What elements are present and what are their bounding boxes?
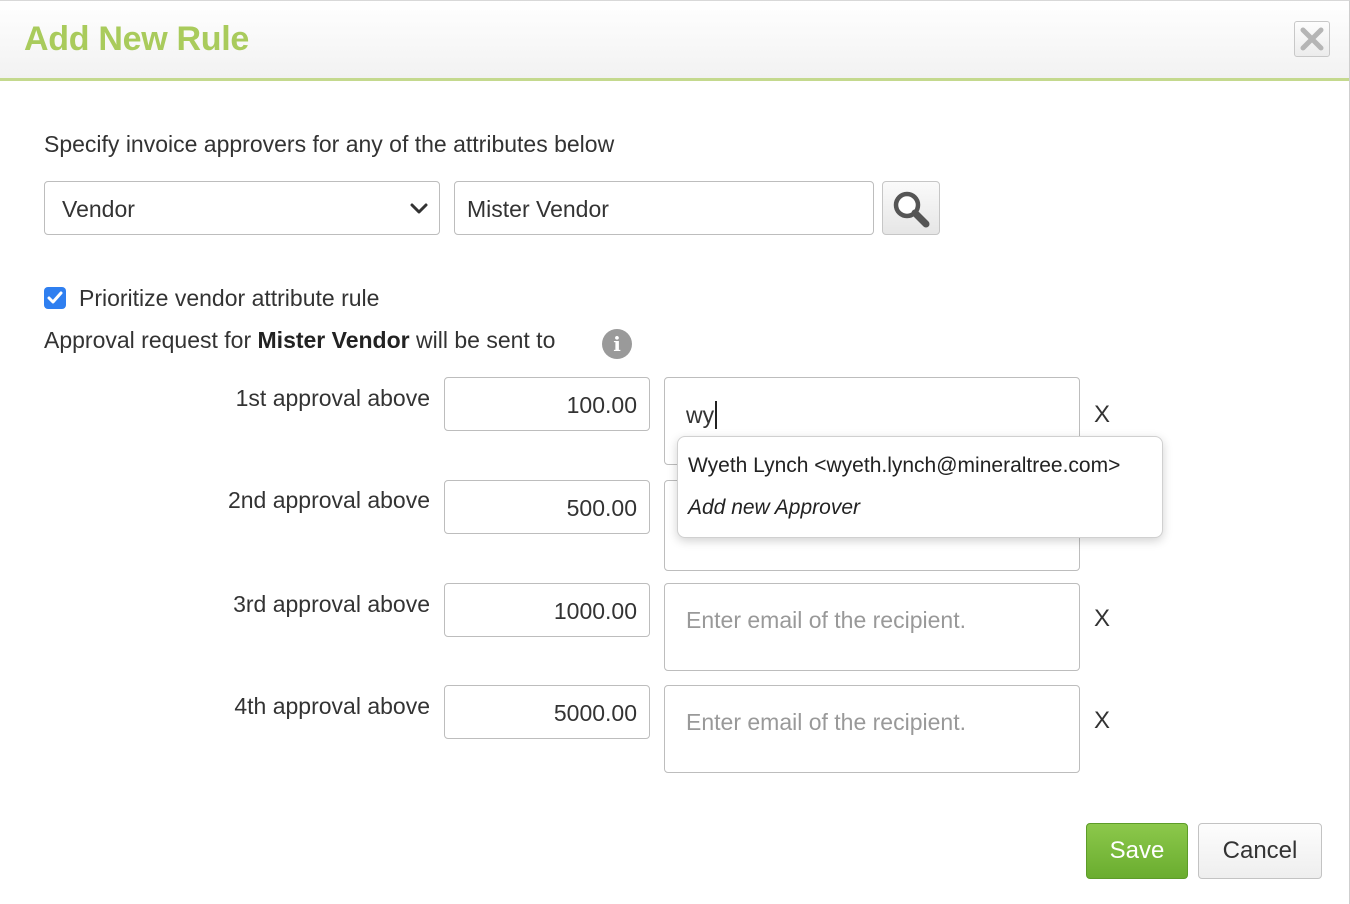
approval-sentence-prefix: Approval request for [44,327,252,353]
approval-sentence: Approval request for Mister Vendor will … [44,327,555,354]
approval-label-1: 1st approval above [235,385,430,411]
close-button[interactable] [1294,21,1330,57]
approval-email-text: wy [686,401,718,429]
dialog-header: Add New Rule [0,1,1349,81]
approval-amount-2[interactable]: 500.00 [444,480,650,534]
save-button[interactable]: Save [1086,823,1188,879]
cancel-button[interactable]: Cancel [1198,823,1322,879]
remove-approval-1[interactable]: X [1094,401,1110,429]
checkmark-icon [47,291,63,304]
approval-amount-value: 1000.00 [553,598,637,624]
attribute-value-input[interactable]: Mister Vendor [454,181,874,235]
approval-label-3: 3rd approval above [233,591,430,617]
approval-amount-value: 5000.00 [553,700,637,726]
approval-email-placeholder: Enter email of the recipient. [686,709,966,735]
search-button[interactable] [882,181,940,235]
approval-amount-1[interactable]: 100.00 [444,377,650,431]
add-rule-dialog: Add New Rule Specify invoice approvers f… [0,0,1350,904]
approval-label-2: 2nd approval above [227,487,430,513]
approver-autocomplete: Wyeth Lynch <wyeth.lynch@mineraltree.com… [677,436,1163,538]
dialog-title: Add New Rule [24,20,249,58]
approval-amount-value: 100.00 [566,392,637,418]
attribute-select[interactable]: Vendor [44,181,440,235]
approval-amount-4[interactable]: 5000.00 [444,685,650,739]
autocomplete-option-wyeth-lynch[interactable]: Wyeth Lynch <wyeth.lynch@mineraltree.com… [688,454,1120,478]
approval-amount-3[interactable]: 1000.00 [444,583,650,637]
approval-amount-value: 500.00 [566,495,637,521]
approval-email-4[interactable]: Enter email of the recipient. [664,685,1080,773]
approval-label-4: 4th approval above [234,693,430,719]
prioritize-label[interactable]: Prioritize vendor attribute rule [79,285,379,312]
attribute-value-text: Mister Vendor [467,196,609,222]
text-caret [715,401,718,429]
typed-value: wy [686,402,715,428]
approval-email-3[interactable]: Enter email of the recipient. [664,583,1080,671]
search-icon [893,191,930,228]
attribute-select-value: Vendor [62,196,135,222]
prioritize-checkbox[interactable] [44,287,66,309]
info-icon[interactable]: i [602,329,632,359]
approval-sentence-vendor: Mister Vendor [257,327,410,353]
remove-approval-4[interactable]: X [1094,707,1110,735]
close-icon [1300,27,1324,51]
autocomplete-option-add-approver[interactable]: Add new Approver [688,496,860,520]
remove-approval-3[interactable]: X [1094,605,1110,633]
intro-text: Specify invoice approvers for any of the… [44,131,615,157]
approval-sentence-suffix: will be sent to [416,327,556,353]
approval-email-placeholder: Enter email of the recipient. [686,607,966,633]
chevron-down-icon [410,203,428,214]
